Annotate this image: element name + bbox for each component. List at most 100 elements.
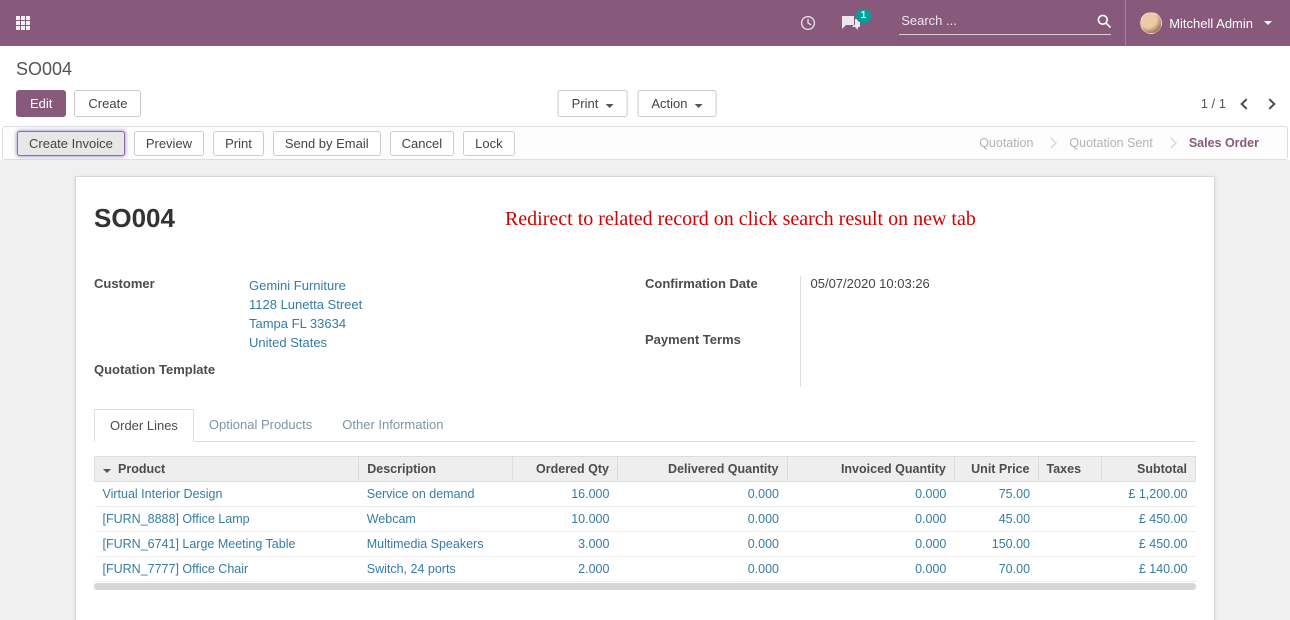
avatar [1140,12,1162,34]
cell-ordered-qty: 2.000 [513,557,618,582]
customer-country-link[interactable]: United States [249,333,645,352]
cell-ordered-qty: 16.000 [513,482,618,507]
control-panel: Edit Create Print Action 1 / 1 [0,83,1290,126]
column-header-taxes[interactable]: Taxes [1038,457,1102,482]
user-menu[interactable]: Mitchell Admin [1125,0,1274,46]
customer-value: Gemini Furniture 1128 Lunetta Street Tam… [249,276,645,362]
cell-description: Webcam [359,507,513,532]
cell-unit-price: 75.00 [954,482,1038,507]
tab-optional-products[interactable]: Optional Products [194,409,327,442]
action-dropdown-button[interactable]: Action [637,90,716,117]
cell-taxes [1038,507,1102,532]
pager: 1 / 1 [1201,96,1274,111]
cell-subtotal: £ 140.00 [1102,557,1196,582]
search-input[interactable] [899,11,1097,30]
customer-name-link[interactable]: Gemini Furniture [249,276,645,295]
cell-ordered-qty: 3.000 [513,532,618,557]
table-row[interactable]: [FURN_6741] Large Meeting Table Multimed… [95,532,1196,557]
column-header-subtotal[interactable]: Subtotal [1102,457,1196,482]
column-header-ordered-qty[interactable]: Ordered Qty [513,457,618,482]
cell-product[interactable]: [FURN_6741] Large Meeting Table [95,532,359,557]
cell-unit-price: 45.00 [954,507,1038,532]
cell-product[interactable]: [FURN_7777] Office Chair [95,557,359,582]
create-invoice-button[interactable]: Create Invoice [17,131,125,156]
customer-label: Customer [94,276,249,362]
cell-description: Multimedia Speakers [359,532,513,557]
annotation-text: Redirect to related record on click sear… [505,208,976,231]
cell-ordered-qty: 10.000 [513,507,618,532]
horizontal-scrollbar[interactable] [94,583,1196,590]
cell-invoiced-qty: 0.000 [787,482,954,507]
cell-invoiced-qty: 0.000 [787,532,954,557]
message-count-badge: 1 [856,9,872,23]
table-header-row: Product Description Ordered Qty Delivere… [95,457,1196,482]
column-header-invoiced-qty[interactable]: Invoiced Quantity [787,457,954,482]
content-area: SO004 Redirect to related record on clic… [0,160,1290,620]
order-lines-table: Product Description Ordered Qty Delivere… [94,456,1196,582]
column-header-product[interactable]: Product [95,457,359,482]
breadcrumb: SO004 [0,46,1290,83]
customer-city-link[interactable]: Tampa FL 33634 [249,314,645,333]
statusbar: Create Invoice Preview Print Send by Ema… [2,126,1288,160]
cell-subtotal: £ 450.00 [1102,532,1196,557]
payment-terms-label: Payment Terms [645,332,800,388]
chevron-down-icon [1264,21,1272,25]
cell-unit-price: 70.00 [954,557,1038,582]
topbar: 1 Mitchell Admin [0,0,1290,46]
cell-taxes [1038,532,1102,557]
cell-delivered-qty: 0.000 [617,507,787,532]
cell-invoiced-qty: 0.000 [787,507,954,532]
confirmation-date-value: 05/07/2020 10:03:26 [800,276,1196,332]
print-button[interactable]: Print [213,131,264,156]
notebook-tabs: Order Lines Optional Products Other Info… [94,409,1196,442]
pager-counter: 1 / 1 [1201,96,1226,111]
chevron-down-icon [605,104,613,108]
cell-unit-price: 150.00 [954,532,1038,557]
column-header-description[interactable]: Description [359,457,513,482]
chevron-down-icon [694,104,702,108]
quotation-template-value [249,362,645,387]
table-row[interactable]: [FURN_7777] Office Chair Switch, 24 port… [95,557,1196,582]
cell-delivered-qty: 0.000 [617,532,787,557]
send-by-email-button[interactable]: Send by Email [273,131,381,156]
cell-product[interactable]: [FURN_8888] Office Lamp [95,507,359,532]
column-options-caret-icon[interactable] [103,469,111,473]
cell-delivered-qty: 0.000 [617,557,787,582]
cell-subtotal: £ 1,200.00 [1102,482,1196,507]
print-dropdown-button[interactable]: Print [558,90,628,117]
status-quotation-sent[interactable]: Quotation Sent [1055,136,1166,150]
preview-button[interactable]: Preview [134,131,204,156]
cell-product[interactable]: Virtual Interior Design [95,482,359,507]
status-sales-order[interactable]: Sales Order [1175,136,1273,150]
tab-order-lines[interactable]: Order Lines [94,409,194,442]
cell-taxes [1038,482,1102,507]
cell-description: Service on demand [359,482,513,507]
column-header-delivered-qty[interactable]: Delivered Quantity [617,457,787,482]
pager-previous-icon[interactable] [1240,98,1251,109]
cell-taxes [1038,557,1102,582]
cell-subtotal: £ 450.00 [1102,507,1196,532]
sales-order-sheet: SO004 Redirect to related record on clic… [75,176,1215,620]
cancel-button[interactable]: Cancel [390,131,454,156]
create-button[interactable]: Create [74,90,141,117]
search-icon[interactable] [1097,14,1111,28]
topbar-search [899,11,1111,35]
field-groups: Customer Gemini Furniture 1128 Lunetta S… [94,276,1196,387]
tab-other-information[interactable]: Other Information [327,409,458,442]
status-quotation[interactable]: Quotation [965,136,1047,150]
status-pipeline: Quotation Quotation Sent Sales Order [965,136,1273,150]
pager-next-icon[interactable] [1264,98,1275,109]
table-row[interactable]: [FURN_8888] Office Lamp Webcam 10.000 0.… [95,507,1196,532]
apps-menu-icon[interactable] [16,16,30,30]
confirmation-date-label: Confirmation Date [645,276,800,332]
quotation-template-label: Quotation Template [94,362,249,387]
customer-street-link[interactable]: 1128 Lunetta Street [249,295,645,314]
edit-button[interactable]: Edit [16,90,66,117]
activities-clock-icon[interactable] [800,15,816,31]
lock-button[interactable]: Lock [463,131,514,156]
column-header-unit-price[interactable]: Unit Price [954,457,1038,482]
table-row[interactable]: Virtual Interior Design Service on deman… [95,482,1196,507]
cell-description: Switch, 24 ports [359,557,513,582]
messages-icon[interactable]: 1 [842,16,860,31]
field-group-left: Customer Gemini Furniture 1128 Lunetta S… [94,276,645,387]
